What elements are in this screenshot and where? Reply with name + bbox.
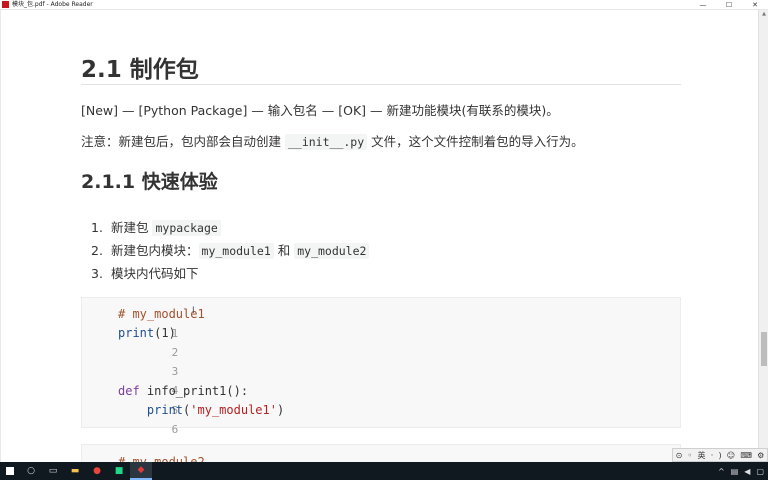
minimize-button[interactable]: — bbox=[690, 0, 716, 10]
list-item: 1. 新建包 mypackage bbox=[91, 218, 369, 241]
heading-rule bbox=[81, 84, 681, 85]
list-text-mid: 和 bbox=[273, 243, 295, 258]
title-bar[interactable]: 模块_包.pdf - Adobe Reader — ☐ ✕ bbox=[0, 0, 768, 10]
code-line: 1 # my_module1 bbox=[82, 305, 680, 340]
document-view[interactable]: 2.1 制作包 [New] — [Python Package] — 输入包名 … bbox=[0, 10, 758, 462]
code-string: 'my_module1' bbox=[190, 403, 277, 417]
network-icon[interactable]: ▤ bbox=[731, 467, 739, 476]
code-line: 3 bbox=[82, 343, 680, 378]
ime-punctuation-icon[interactable]: · bbox=[711, 451, 714, 460]
ime-language-toggle[interactable]: 英 bbox=[697, 450, 705, 461]
code-line: 2 print(1) bbox=[82, 324, 680, 359]
tray-chevron-icon[interactable]: ^ bbox=[718, 467, 725, 476]
list-text: 新建包内模块： bbox=[111, 243, 199, 258]
heading-2-1-1: 2.1.1 快速体验 bbox=[81, 171, 218, 193]
list-number: 3. bbox=[91, 266, 103, 281]
ime-emoji-icon[interactable]: ☺ bbox=[727, 451, 735, 460]
code-comment: # my_module2 bbox=[118, 455, 205, 462]
paragraph-note: 注意：新建包后，包内部会自动创建 __init__.py 文件，这个文件控制着包… bbox=[81, 131, 584, 150]
maximize-button[interactable]: ☐ bbox=[716, 0, 742, 10]
ime-moon-icon[interactable]: ) bbox=[718, 451, 721, 460]
windows-logo-icon bbox=[6, 467, 14, 475]
close-button[interactable]: ✕ bbox=[742, 0, 768, 10]
code-line: 4 bbox=[82, 362, 680, 397]
volume-icon[interactable]: ◀ bbox=[744, 467, 750, 476]
code-text: print('my_module1') bbox=[118, 401, 284, 420]
code-args: (): bbox=[226, 384, 249, 398]
adobe-reader-window: 模块_包.pdf - Adobe Reader — ☐ ✕ 2.1 制作包 [N… bbox=[0, 0, 768, 462]
code-text: print(1) bbox=[118, 324, 176, 343]
list-item: 2. 新建包内模块： my_module1 和 my_module2 bbox=[91, 241, 370, 264]
code-builtin: print bbox=[118, 326, 155, 340]
ime-keyboard-icon[interactable]: ⌨ bbox=[740, 451, 752, 460]
steps-list: 1. 新建包 mypackage 2. 新建包内模块： my_module1 和 my… bbox=[91, 218, 370, 287]
code-args: (1) bbox=[154, 326, 176, 340]
window-title: 模块_包.pdf - Adobe Reader bbox=[12, 0, 93, 8]
pycharm-icon[interactable]: ■ bbox=[108, 462, 130, 480]
adobe-reader-icon bbox=[2, 1, 9, 8]
scroll-up-icon[interactable]: ▲ bbox=[759, 10, 768, 18]
start-button[interactable] bbox=[0, 462, 20, 480]
code-keyword: def bbox=[118, 384, 140, 398]
task-view-icon[interactable]: ▭ bbox=[42, 462, 64, 480]
system-tray: ^ ▤ ◀ ▢ bbox=[712, 462, 768, 480]
code-function-name: info_print1 bbox=[139, 384, 227, 398]
inline-code-init: __init__.py bbox=[284, 134, 368, 150]
code-block-module1: 1 # my_module1 2 print(1) 3 4 5 def info… bbox=[81, 297, 681, 436]
ime-logo-icon[interactable]: ⊙ bbox=[676, 451, 683, 460]
scroll-thumb[interactable] bbox=[761, 332, 767, 366]
code-builtin: print bbox=[146, 403, 184, 417]
code-line: 1 # my_module2 bbox=[82, 453, 680, 462]
ime-mode-icon[interactable]: ◦ bbox=[688, 451, 693, 460]
note-text-before: 注意：新建包后，包内部会自动创建 bbox=[81, 134, 285, 149]
inline-code-my-module1: my_module1 bbox=[198, 243, 274, 259]
windows-taskbar: ○ ▭ ▬ ● ■ ◆ ^ ▤ ◀ ▢ bbox=[0, 462, 768, 480]
inline-code-my-module2: my_module2 bbox=[294, 243, 370, 259]
heading-2-1: 2.1 制作包 bbox=[81, 57, 199, 83]
ime-settings-icon[interactable]: ⚙ bbox=[757, 451, 764, 460]
ime-toolbar[interactable]: ⊙ ◦ 英 · ) ☺ ⌨ ⚙ bbox=[672, 448, 768, 462]
search-icon[interactable]: ○ bbox=[20, 462, 42, 480]
note-text-after: 文件，这个文件控制着包的导入行为。 bbox=[367, 134, 584, 149]
inline-code-mypackage: mypackage bbox=[152, 220, 221, 236]
list-number: 2. bbox=[91, 243, 103, 258]
file-explorer-icon[interactable]: ▬ bbox=[64, 462, 86, 480]
notification-icon[interactable]: ▢ bbox=[756, 467, 764, 476]
line-number: 6 bbox=[171, 423, 179, 436]
vertical-scrollbar[interactable]: ▲ ▼ bbox=[758, 10, 768, 462]
list-text: 模块内代码如下 bbox=[111, 266, 199, 281]
list-number: 1. bbox=[91, 220, 103, 235]
code-paren-close: ) bbox=[276, 403, 285, 417]
text-cursor-icon: I bbox=[192, 306, 195, 316]
code-line: 5 def info_print1(): bbox=[82, 382, 680, 417]
code-text: def info_print1(): bbox=[118, 382, 248, 401]
chrome-icon[interactable]: ● bbox=[86, 462, 108, 480]
code-line: 6 print('my_module1') bbox=[82, 401, 680, 436]
list-item: 3. 模块内代码如下 bbox=[91, 264, 369, 287]
adobe-reader-taskbar-icon[interactable]: ◆ bbox=[130, 462, 152, 480]
code-block-module2: 1 # my_module2 bbox=[81, 444, 681, 462]
window-controls: — ☐ ✕ bbox=[690, 0, 768, 10]
list-text: 新建包 bbox=[111, 220, 153, 235]
paragraph-steps: [New] — [Python Package] — 输入包名 — [OK] —… bbox=[81, 103, 559, 118]
